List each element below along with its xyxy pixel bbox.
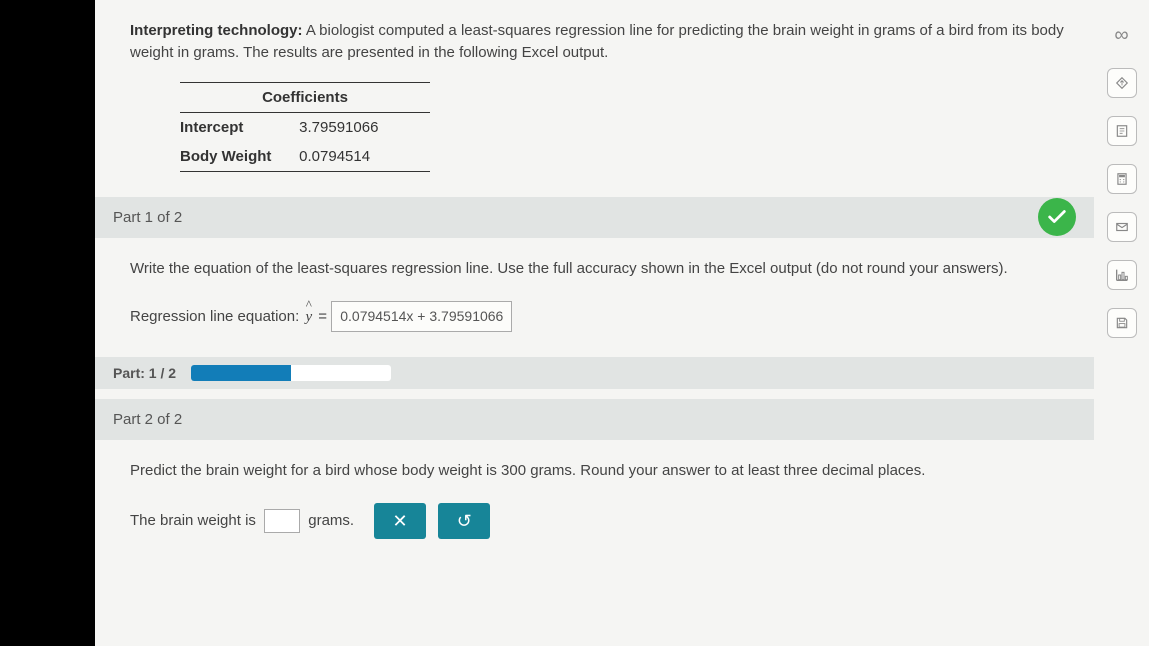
save-icon[interactable] (1107, 308, 1137, 338)
row-label: Intercept (180, 119, 295, 136)
coefficients-table: Coefficients Intercept 3.79591066 Body W… (180, 82, 1074, 172)
part1-header: Part 1 of 2 (95, 197, 1094, 238)
ans-prefix: The brain weight is (130, 512, 256, 529)
reset-button[interactable]: ↺ (438, 503, 490, 539)
reset-icon: ↺ (457, 508, 472, 534)
answer-line: The brain weight is grams. (130, 509, 354, 533)
action-buttons: ✕ ↺ (374, 503, 498, 539)
y-hat-symbol: y (303, 307, 314, 329)
part2-prompt: Predict the brain weight for a bird whos… (130, 460, 1064, 482)
chart-icon[interactable] (1107, 260, 1137, 290)
row-value: 3.79591066 (299, 119, 378, 136)
part2-header: Part 2 of 2 (95, 399, 1094, 440)
infinity-icon[interactable]: ∞ (1107, 20, 1137, 50)
x-icon: ✕ (393, 508, 408, 534)
part1-title: Part 1 of 2 (113, 209, 182, 226)
clear-button[interactable]: ✕ (374, 503, 426, 539)
brain-weight-input[interactable] (264, 509, 300, 533)
main-content: Interpreting technology: A biologist com… (95, 0, 1094, 646)
equation-row: Regression line equation: y = 0.0794514x… (130, 301, 1064, 331)
right-toolbar: ∞ (1094, 0, 1149, 646)
intro-bold: Interpreting technology: (130, 22, 303, 39)
progress-row: Part: 1 / 2 (95, 357, 1094, 389)
equals-sign: = (318, 308, 331, 325)
part1-body: Write the equation of the least-squares … (130, 238, 1074, 357)
row-label: Body Weight (180, 148, 295, 165)
nav-up-icon[interactable] (1107, 68, 1137, 98)
notes-icon[interactable] (1107, 116, 1137, 146)
correct-check-icon (1038, 198, 1076, 236)
table-row: Body Weight 0.0794514 (180, 142, 1074, 171)
regression-equation-input[interactable]: 0.0794514x + 3.79591066 (331, 301, 512, 331)
calculator-icon[interactable] (1107, 164, 1137, 194)
table-header: Coefficients (180, 83, 430, 112)
mail-icon[interactable] (1107, 212, 1137, 242)
eq-label: Regression line equation: (130, 308, 303, 325)
part2-title: Part 2 of 2 (113, 411, 182, 428)
progress-bar (191, 365, 391, 381)
part1-prompt: Write the equation of the least-squares … (130, 258, 1064, 280)
progress-label: Part: 1 / 2 (113, 365, 176, 381)
table-row: Intercept 3.79591066 (180, 113, 1074, 142)
row-value: 0.0794514 (299, 148, 370, 165)
progress-fill (191, 365, 291, 381)
ans-suffix: grams. (308, 512, 354, 529)
problem-intro: Interpreting technology: A biologist com… (130, 20, 1074, 64)
left-margin (0, 0, 95, 646)
part2-body: Predict the brain weight for a bird whos… (130, 440, 1074, 565)
